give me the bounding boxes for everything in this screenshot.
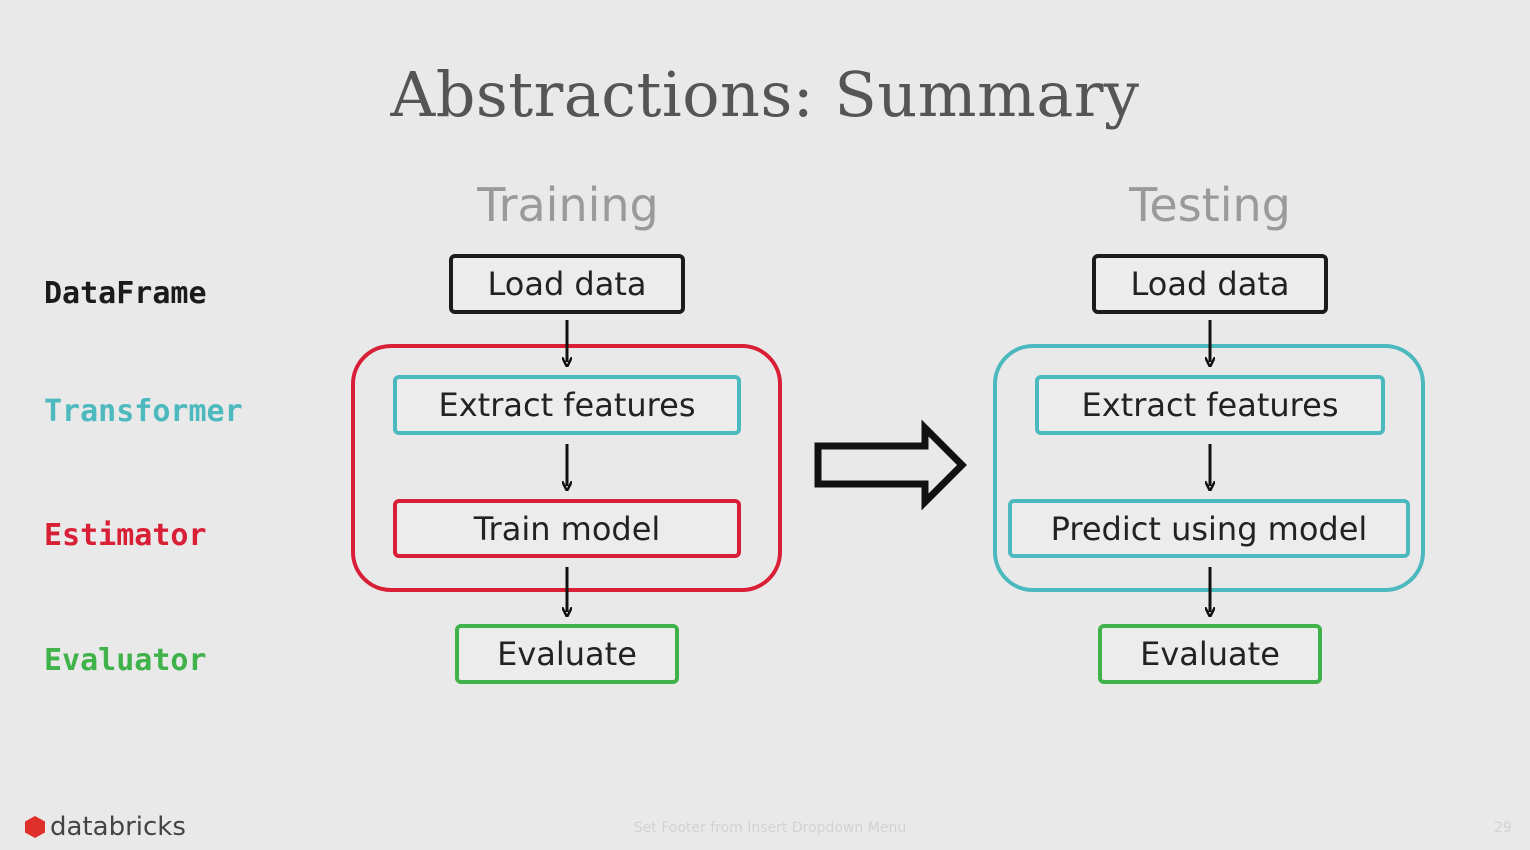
testing-extract-features-node: Extract features <box>1035 375 1385 435</box>
testing-load-data-node: Load data <box>1092 254 1328 314</box>
training-load-data-node: Load data <box>449 254 685 314</box>
slide-page-number: 29 <box>1494 820 1512 836</box>
databricks-logo-text: databricks <box>50 812 186 842</box>
databricks-brick-icon <box>25 816 45 838</box>
training-extract-features-node: Extract features <box>393 375 741 435</box>
slide-footer-text: Set Footer from Insert Dropdown Menu <box>633 820 907 836</box>
training-evaluate-node: Evaluate <box>455 624 679 684</box>
training-to-testing-arrow <box>814 419 967 511</box>
testing-evaluate-node: Evaluate <box>1098 624 1322 684</box>
testing-predict-node: Predict using model <box>1008 499 1410 558</box>
databricks-logo: databricks <box>24 810 186 844</box>
training-train-model-node: Train model <box>393 499 741 558</box>
